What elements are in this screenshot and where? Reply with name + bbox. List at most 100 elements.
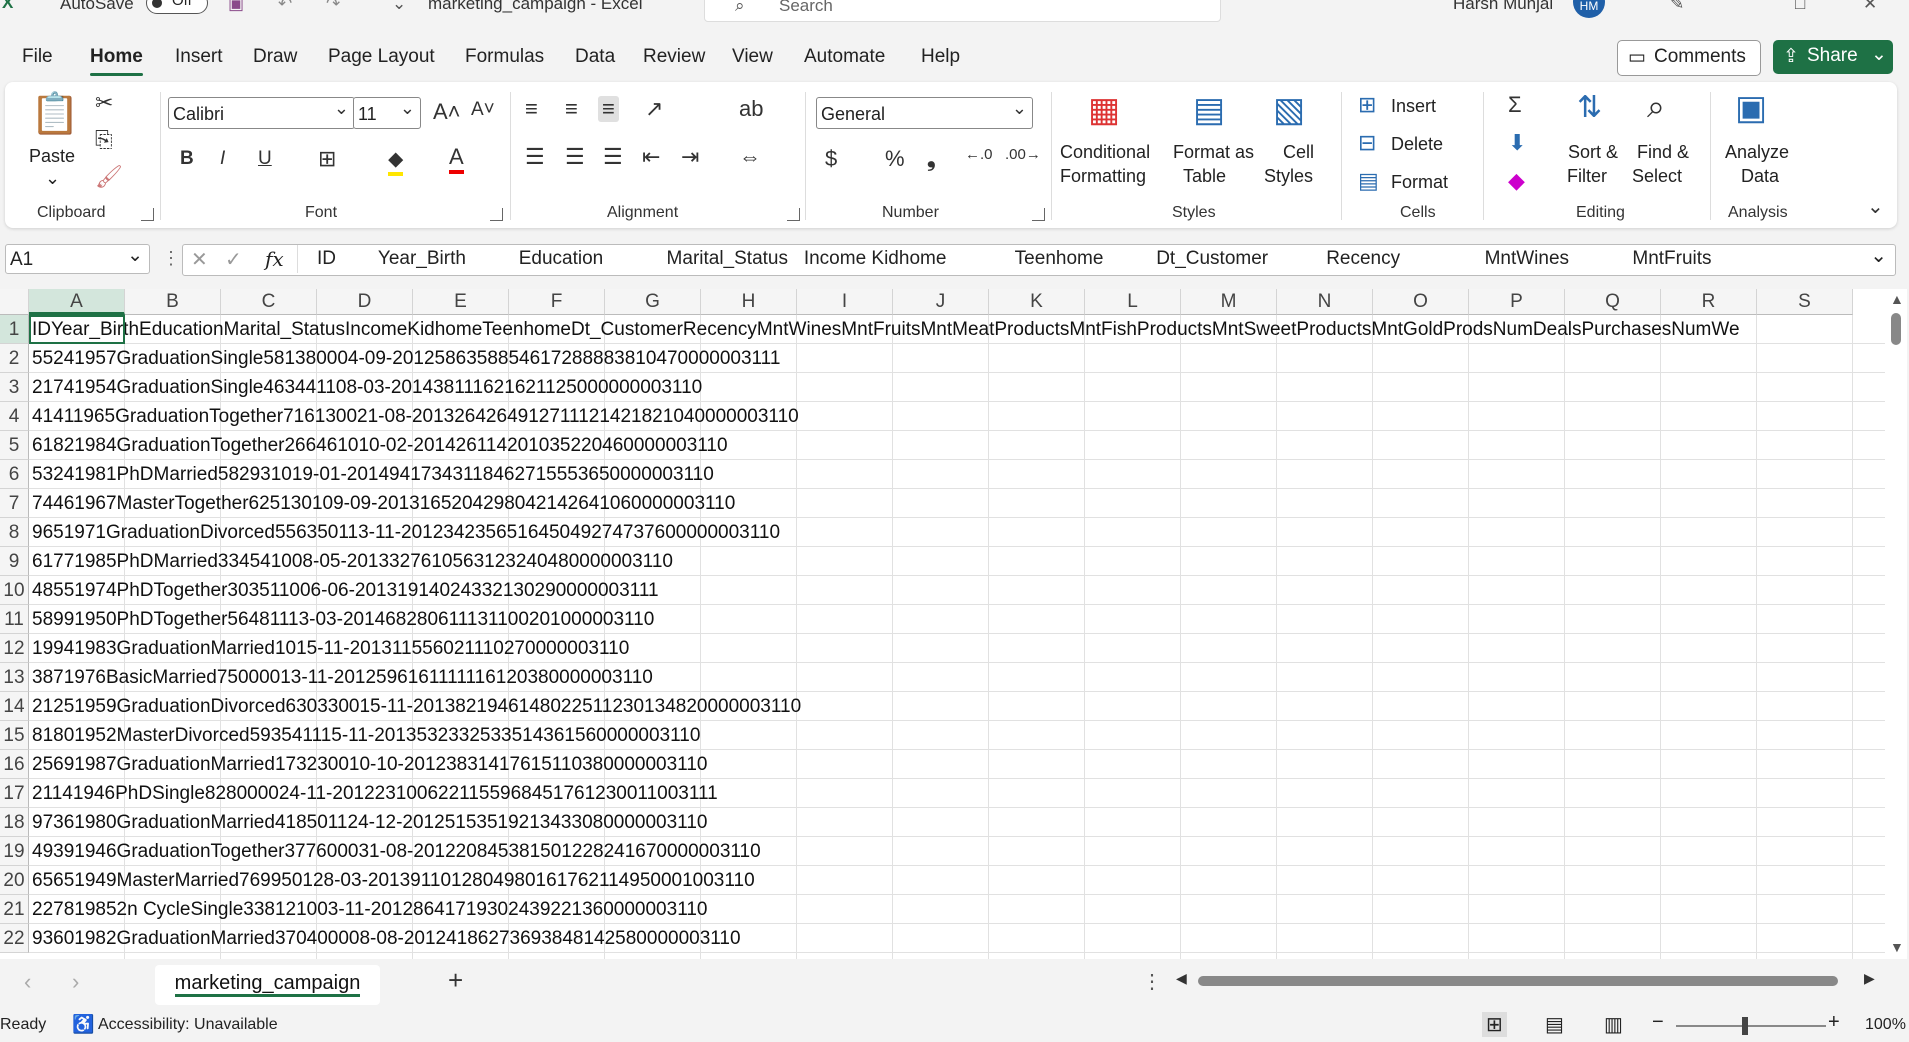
row-header[interactable]: 13 bbox=[0, 663, 29, 692]
clipboard-launcher-icon[interactable] bbox=[141, 208, 154, 221]
redo-icon[interactable]: ↷ bbox=[326, 0, 340, 14]
cell-a14[interactable]: 21251959GraduationDivorced630330015-11-2… bbox=[32, 692, 801, 721]
enter-icon[interactable]: ✓ bbox=[225, 247, 242, 272]
cell-a21[interactable]: 227819852n CycleSingle338121003-11-20128… bbox=[32, 895, 707, 924]
horizontal-scrollbar[interactable]: ◀ ▶ bbox=[1176, 970, 1878, 989]
increase-decimal-icon[interactable]: ←.0 bbox=[965, 146, 993, 163]
decrease-decimal-icon[interactable]: .00→ bbox=[1005, 146, 1041, 163]
scroll-right-icon[interactable]: ▶ bbox=[1864, 970, 1875, 987]
row-header[interactable]: 20 bbox=[0, 866, 29, 895]
zoom-level[interactable]: 100% bbox=[1865, 1016, 1906, 1034]
decrease-font-icon[interactable]: A˅ bbox=[471, 99, 495, 121]
column-header-g[interactable]: G bbox=[605, 289, 701, 315]
underline-icon[interactable]: U bbox=[258, 148, 272, 170]
row-header[interactable]: 7 bbox=[0, 489, 29, 518]
comments-button[interactable]: ▭ Comments bbox=[1617, 40, 1761, 76]
font-name-select[interactable]: Calibri bbox=[168, 92, 355, 129]
row-header[interactable]: 14 bbox=[0, 692, 29, 721]
analyze-data-label2[interactable]: Data bbox=[1741, 164, 1779, 188]
cell-a7[interactable]: 74461967MasterTogether625130109-09-20131… bbox=[32, 489, 735, 518]
italic-icon[interactable]: I bbox=[220, 148, 225, 170]
align-left-icon[interactable]: ☰ bbox=[525, 144, 545, 170]
cell-a18[interactable]: 97361980GraduationMarried418501124-12-20… bbox=[32, 808, 707, 837]
tab-insert[interactable]: Insert bbox=[175, 46, 223, 68]
row-header[interactable]: 18 bbox=[0, 808, 29, 837]
merge-center-icon[interactable]: ⇔ bbox=[739, 144, 761, 170]
percent-icon[interactable]: % bbox=[885, 146, 905, 172]
format-painter-icon[interactable]: 🖌 bbox=[95, 164, 123, 190]
cell-a6[interactable]: 53241981PhDMarried582931019-01-201494173… bbox=[32, 460, 714, 489]
undo-icon[interactable]: ↶ bbox=[278, 0, 292, 14]
more-options-icon[interactable]: ⋮ bbox=[1142, 969, 1162, 994]
cell-a2[interactable]: 55241957GraduationSingle581380004-09-201… bbox=[32, 344, 780, 373]
save-icon[interactable]: ▣ bbox=[228, 0, 244, 14]
row-header[interactable]: 10 bbox=[0, 576, 29, 605]
row-header[interactable]: 11 bbox=[0, 605, 29, 634]
number-format-select[interactable]: General bbox=[816, 92, 1033, 129]
cancel-icon[interactable]: ✕ bbox=[191, 247, 208, 272]
scroll-left-icon[interactable]: ◀ bbox=[1176, 970, 1187, 987]
insert-function-icon[interactable]: fx bbox=[265, 247, 284, 271]
cell-a20[interactable]: 65651949MasterMarried769950128-03-201391… bbox=[32, 866, 755, 895]
column-header-o[interactable]: O bbox=[1373, 289, 1469, 315]
expand-formula-bar-icon[interactable]: ⌄ bbox=[1870, 243, 1887, 268]
active-cell[interactable] bbox=[29, 315, 125, 344]
row-header[interactable]: 4 bbox=[0, 402, 29, 431]
tab-help[interactable]: Help bbox=[921, 46, 960, 68]
row-header[interactable]: 8 bbox=[0, 518, 29, 547]
zoom-slider-thumb[interactable] bbox=[1742, 1017, 1748, 1035]
font-size-select[interactable]: 11 bbox=[353, 92, 421, 129]
column-header-e[interactable]: E bbox=[413, 289, 509, 315]
restore-icon[interactable]: □ bbox=[1795, 0, 1805, 14]
align-middle-icon[interactable]: ≡ bbox=[565, 96, 578, 122]
row-header[interactable]: 19 bbox=[0, 837, 29, 866]
cell-a1[interactable]: IDYear_BirthEducationMarital_StatusIncom… bbox=[32, 315, 1740, 344]
cell-a17[interactable]: 21141946PhDSingle828000024-11-2012231006… bbox=[32, 779, 718, 808]
column-header-f[interactable]: F bbox=[509, 289, 605, 315]
column-header-a[interactable]: A bbox=[29, 289, 125, 315]
accessibility-status[interactable]: Accessibility: Unavailable bbox=[98, 1016, 278, 1034]
page-layout-view-icon[interactable]: ▤ bbox=[1545, 1012, 1564, 1037]
vertical-scrollbar[interactable]: ▲ ▼ bbox=[1885, 289, 1907, 959]
column-header-q[interactable]: Q bbox=[1565, 289, 1661, 315]
tab-formulas[interactable]: Formulas bbox=[465, 46, 544, 68]
column-header-l[interactable]: L bbox=[1085, 289, 1181, 315]
row-header[interactable]: 21 bbox=[0, 895, 29, 924]
insert-cells-icon[interactable]: ⊞ bbox=[1358, 92, 1376, 118]
delete-cells-button[interactable]: Delete bbox=[1391, 132, 1443, 156]
comma-style-icon[interactable]: ❟ bbox=[927, 146, 936, 172]
align-center-icon[interactable]: ☰ bbox=[565, 144, 585, 170]
sort-filter-label1[interactable]: Sort & bbox=[1568, 140, 1618, 164]
align-right-icon[interactable]: ☰ bbox=[603, 144, 623, 170]
chevron-down-icon[interactable]: ⌄ bbox=[1871, 43, 1887, 66]
cell-a5[interactable]: 61821984GraduationTogether266461010-02-2… bbox=[32, 431, 728, 460]
sort-filter-label2[interactable]: Filter bbox=[1567, 164, 1607, 188]
find-select-label1[interactable]: Find & bbox=[1637, 140, 1689, 164]
alignment-launcher-icon[interactable] bbox=[787, 208, 800, 221]
analyze-data-label1[interactable]: Analyze bbox=[1725, 140, 1789, 164]
column-header-b[interactable]: B bbox=[125, 289, 221, 315]
chevron-down-icon[interactable]: ⌄ bbox=[127, 241, 143, 271]
tab-home[interactable]: Home bbox=[90, 46, 143, 76]
align-top-icon[interactable]: ≡ bbox=[525, 96, 538, 122]
cell-a19[interactable]: 49391946GraduationTogether377600031-08-2… bbox=[32, 837, 761, 866]
row-header[interactable]: 12 bbox=[0, 634, 29, 663]
zoom-in-button[interactable]: + bbox=[1828, 1011, 1840, 1034]
normal-view-icon[interactable]: ⊞ bbox=[1482, 1012, 1507, 1037]
accessibility-icon[interactable]: ♿ bbox=[72, 1014, 94, 1035]
name-box[interactable]: A1 ⌄ bbox=[5, 244, 150, 274]
cell-a22[interactable]: 93601982GraduationMarried370400008-08-20… bbox=[32, 924, 741, 953]
worksheet-grid[interactable]: ABCDEFGHIJKLMNOPQRS 1 IDYear_BirthEducati… bbox=[0, 289, 1885, 959]
share-button[interactable]: ⇪ Share ⌄ bbox=[1773, 40, 1893, 74]
formula-bar[interactable]: ✕ ✓ fx ID Year_Birth Education Marital_S… bbox=[182, 244, 1896, 276]
clear-icon[interactable]: ◆ bbox=[1508, 168, 1525, 194]
sort-filter-icon[interactable]: ⇅ bbox=[1577, 90, 1602, 125]
more-options-icon[interactable]: ⋮ bbox=[162, 248, 180, 269]
column-header-h[interactable]: H bbox=[701, 289, 797, 315]
cell-a11[interactable]: 58991950PhDTogether56481113-03-201468280… bbox=[32, 605, 654, 634]
column-header-c[interactable]: C bbox=[221, 289, 317, 315]
tab-draw[interactable]: Draw bbox=[253, 46, 297, 68]
cell-a3[interactable]: 21741954GraduationSingle463441108-03-201… bbox=[32, 373, 702, 402]
fill-icon[interactable]: ⬇ bbox=[1508, 130, 1526, 156]
orientation-icon[interactable]: ↗ bbox=[645, 96, 663, 122]
